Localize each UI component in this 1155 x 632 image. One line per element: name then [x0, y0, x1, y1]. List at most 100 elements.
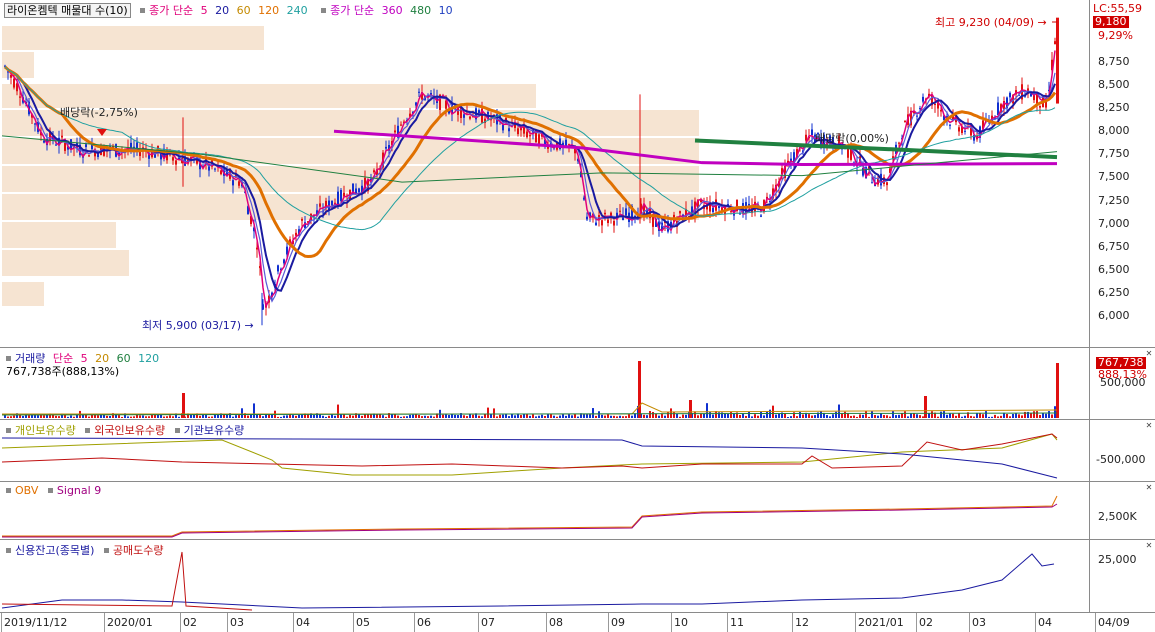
volume-bar	[481, 416, 483, 418]
volume-bar	[418, 414, 420, 418]
candle-body	[1030, 93, 1032, 97]
volume-bar	[199, 415, 201, 418]
date-separator	[180, 613, 181, 632]
volume-bar	[658, 415, 660, 418]
candle-body	[238, 181, 240, 186]
candle-body	[1009, 92, 1011, 98]
volume-bar	[58, 416, 60, 418]
volume-bar	[895, 415, 897, 418]
price-chart-svg[interactable]	[2, 0, 1088, 347]
obv-close-icon[interactable]: ✕	[1145, 484, 1153, 492]
candle-body	[679, 211, 681, 214]
volume-bar	[955, 415, 957, 418]
candle-body	[385, 146, 387, 149]
volume-bar	[169, 415, 171, 418]
legend-square-icon	[6, 488, 11, 493]
date-label: 07	[481, 616, 495, 629]
volume-bar	[301, 414, 303, 418]
dividend-marker-1-icon	[97, 129, 107, 136]
holders-close-icon[interactable]: ✕	[1145, 422, 1153, 430]
date-separator	[792, 613, 793, 632]
volume-bar	[910, 413, 912, 418]
volume-bar	[985, 411, 987, 418]
date-separator	[727, 613, 728, 632]
volume-bar	[520, 415, 522, 418]
volume-title[interactable]: 거래량	[15, 352, 45, 365]
volume-profile-bar	[2, 250, 129, 276]
holders-panel[interactable]: 개인보유수량 외국인보유수량 기관보유수량 -500,000 ✕	[0, 419, 1155, 481]
volume-bar	[337, 404, 339, 418]
volume-bar	[361, 415, 363, 418]
obv-chart-svg[interactable]	[2, 482, 1088, 540]
volume-bar	[7, 416, 9, 418]
holders-legend-item: 기관보유수량	[183, 424, 245, 437]
credit-close-icon[interactable]: ✕	[1145, 542, 1153, 550]
volume-bar	[382, 415, 384, 418]
obv-panel[interactable]: OBV Signal 9 2,500K ✕	[0, 481, 1155, 539]
credit-panel[interactable]: 신용잔고(종목별) 공매도수량 25,000 ✕	[0, 539, 1155, 612]
volume-bar	[766, 411, 768, 418]
volume-bar	[409, 414, 411, 418]
volume-bar	[790, 416, 792, 418]
volume-bar	[760, 411, 762, 418]
date-label: 02	[183, 616, 197, 629]
candle-body	[88, 155, 90, 157]
volume-bar	[343, 414, 345, 418]
legend-square-icon	[6, 356, 11, 361]
candle-body	[607, 219, 609, 224]
volume-bar	[652, 411, 654, 418]
volume-bar	[421, 416, 423, 418]
candle-body	[805, 134, 807, 141]
volume-bar	[739, 414, 741, 418]
volume-bar	[844, 411, 846, 418]
volume-bar	[232, 416, 234, 418]
volume-bar	[385, 416, 387, 418]
volume-bar	[685, 414, 687, 418]
price-panel[interactable]: 라이온켐텍 매물대 수(10) 종가 단순 5 20 60 120 240 종가…	[0, 0, 1155, 347]
volume-bar	[730, 411, 732, 418]
volume-bar	[862, 414, 864, 418]
candle-body	[85, 144, 87, 148]
volume-bar	[544, 416, 546, 418]
volume-bar	[277, 416, 279, 418]
legend-square-icon	[103, 548, 109, 553]
ma-period-5: 5	[200, 4, 208, 17]
candle-body	[601, 220, 603, 226]
last-candle	[1056, 17, 1059, 104]
price-plot-area[interactable]	[2, 0, 1088, 347]
volume-bar	[643, 414, 645, 418]
lc-label: LC:55,59	[1093, 2, 1143, 15]
volume-bar	[511, 414, 513, 418]
volume-close-icon[interactable]: ✕	[1145, 350, 1153, 358]
volume-bar	[19, 415, 21, 418]
volume-bar	[451, 414, 453, 418]
volume-bar	[178, 416, 180, 418]
price-tick-label: 6,250	[1098, 285, 1130, 299]
obv-plot-area[interactable]	[2, 482, 1088, 539]
volume-bar	[466, 416, 468, 418]
date-label: 12	[795, 616, 809, 629]
volume-bar	[748, 411, 750, 418]
candle-body	[340, 189, 342, 201]
volume-bar	[859, 414, 861, 418]
volume-bar	[1051, 414, 1053, 418]
ma2-period-10: 10	[438, 4, 453, 17]
volume-panel[interactable]: 거래량 단순 5 20 60 120 767,738주(888,13%) 767…	[0, 347, 1155, 419]
volume-bar	[706, 403, 708, 418]
volume-bar	[610, 415, 612, 418]
candle-body	[283, 259, 285, 264]
volume-bar	[808, 414, 810, 418]
volume-bar	[802, 414, 804, 418]
volume-bar	[673, 411, 675, 418]
ma2-period-360: 360	[381, 4, 403, 17]
candle-body	[502, 124, 504, 131]
volume-bar	[166, 416, 168, 418]
candle-body	[175, 160, 177, 165]
price-tick-label: 7,250	[1098, 193, 1130, 207]
date-axis[interactable]: 2019/11/12 2020/01 02 03 04 05 06 07 08 09 10 11 12 2…	[0, 612, 1155, 632]
volume-bar	[349, 414, 351, 418]
date-label: 04/09	[1098, 616, 1130, 629]
volume-bar	[1006, 414, 1008, 418]
candle-body	[232, 180, 234, 186]
chart-title[interactable]: 라이온켐텍 매물대 수(10)	[4, 3, 131, 18]
